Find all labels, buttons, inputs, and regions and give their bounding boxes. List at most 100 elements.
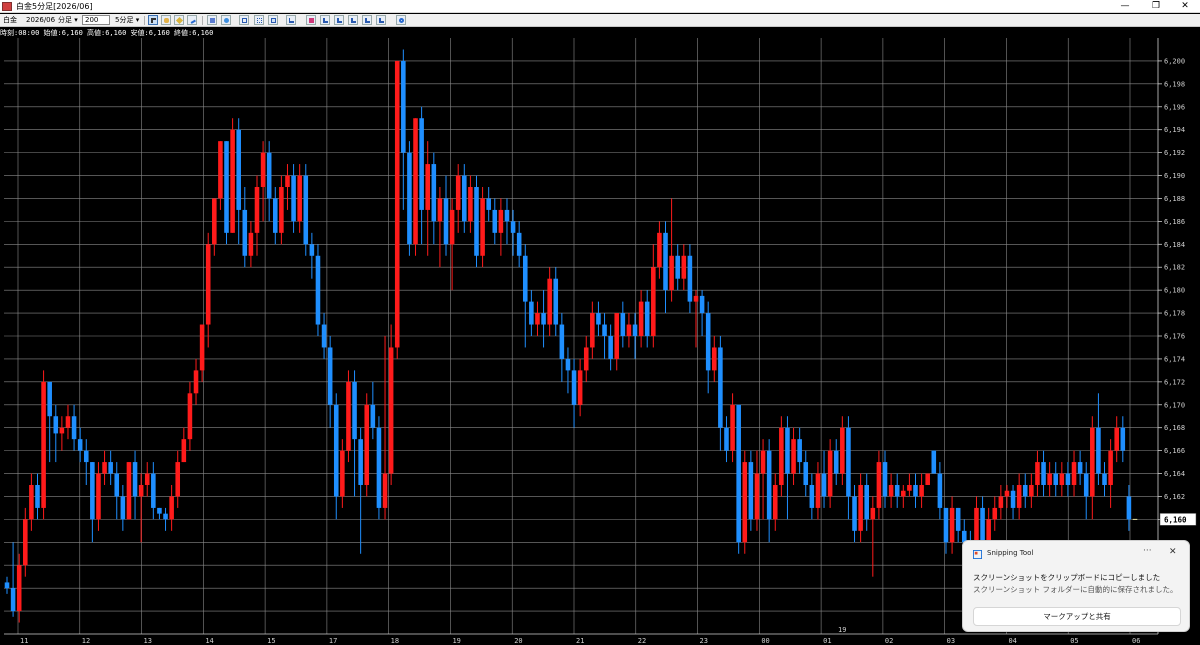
candle-body <box>468 187 473 222</box>
table-layout-icon[interactable] <box>268 15 278 25</box>
candle-body <box>1102 473 1107 485</box>
x-tick-label: 13 <box>144 637 152 645</box>
trendline-tool-icon[interactable] <box>187 15 197 25</box>
candle-body <box>730 404 735 451</box>
candle-body <box>4 582 10 589</box>
refresh-icon[interactable] <box>396 15 406 25</box>
candle-body <box>1120 427 1126 451</box>
candle-body <box>553 278 559 325</box>
candle-body <box>901 490 906 497</box>
candle-body <box>669 255 674 291</box>
indicator-icon[interactable] <box>306 15 316 25</box>
indicator-icon[interactable] <box>334 15 344 25</box>
more-options-icon[interactable]: ··· <box>1143 546 1152 556</box>
candle-body <box>382 473 388 508</box>
candle-body <box>132 462 138 497</box>
y-tick-label: 6,184 <box>1164 241 1185 249</box>
close-button[interactable]: ✕ <box>1170 0 1200 13</box>
candle-body <box>77 439 83 451</box>
y-tick-label: 6,190 <box>1164 172 1185 180</box>
indicator-icon[interactable] <box>376 15 386 25</box>
candle-body <box>236 129 241 210</box>
zoom-tool-icon[interactable] <box>207 15 217 25</box>
x-tick-label: 15 <box>267 637 275 645</box>
pencil-tool-icon[interactable] <box>174 15 184 25</box>
candle-body <box>955 507 961 531</box>
y-tick-label: 6,168 <box>1164 424 1185 432</box>
candle-body <box>419 118 424 210</box>
candle-body <box>376 427 382 508</box>
globe-icon[interactable] <box>221 15 231 25</box>
candle-body <box>29 485 34 520</box>
y-tick-label: 6,166 <box>1164 447 1185 455</box>
candle-body <box>212 198 217 245</box>
candle-body <box>163 513 168 520</box>
current-price-marker: 6,160 <box>1159 513 1197 526</box>
candle-body <box>90 462 95 520</box>
maximize-button[interactable]: ❐ <box>1141 0 1171 13</box>
candle-body <box>1010 490 1016 508</box>
candle-body <box>486 198 491 210</box>
indicator-icon[interactable] <box>348 15 358 25</box>
notification-app-name: Snipping Tool <box>987 549 1034 557</box>
candle-body <box>333 404 339 497</box>
candle-body <box>657 232 662 268</box>
candle-body <box>1071 462 1077 485</box>
chart-window-icon[interactable] <box>239 15 249 25</box>
candle-body <box>114 473 120 497</box>
minimize-button[interactable]: — <box>1110 0 1140 13</box>
candle-body <box>96 473 101 520</box>
instrument-label[interactable]: 白金 <box>3 15 17 25</box>
notification-submessage: スクリーンショット フォルダーに自動的に保存されました。 <box>973 585 1178 594</box>
candle-body <box>535 313 540 325</box>
chevron-down-icon: ▾ <box>72 16 78 24</box>
y-tick-label: 6,174 <box>1164 355 1185 363</box>
candle-body <box>474 187 479 256</box>
candle-body <box>931 450 937 474</box>
candle-body <box>529 301 534 325</box>
candle-body <box>205 244 211 325</box>
candle-body <box>370 404 376 428</box>
chevron-down-icon: ▾ <box>133 16 140 24</box>
candle-body <box>358 439 363 485</box>
grid-layout-icon[interactable] <box>254 15 264 25</box>
candle-body <box>108 462 113 474</box>
candle-body <box>321 324 327 348</box>
markup-and-share-button[interactable]: マークアップと共有 <box>973 607 1181 626</box>
bar-type-select[interactable]: 分足 ▾ <box>58 15 78 25</box>
x-tick-label: 11 <box>20 637 28 645</box>
candle-body <box>23 519 28 566</box>
candle-body <box>346 381 351 451</box>
candle-body <box>388 347 394 474</box>
candle-body <box>894 485 900 497</box>
y-tick-label: 6,178 <box>1164 310 1185 318</box>
close-icon[interactable]: ✕ <box>1169 547 1177 557</box>
contract-label[interactable]: 2026/06 <box>26 15 55 25</box>
x-tick-label: 18 <box>391 637 399 645</box>
candle-body <box>815 473 821 508</box>
candle-body <box>431 164 437 222</box>
interval-select[interactable]: 5分足 ▾ <box>115 15 139 25</box>
candle-body <box>1059 473 1065 485</box>
candle-body <box>254 187 260 233</box>
x-tick-label: 17 <box>329 637 337 645</box>
indicator-icon[interactable] <box>362 15 372 25</box>
candle-body <box>218 141 223 199</box>
indicator-icon[interactable] <box>320 15 330 25</box>
candle-body <box>449 209 455 245</box>
candle-body <box>309 244 315 256</box>
candle-body <box>949 507 955 543</box>
bar-count-stepper[interactable]: 200 <box>82 15 110 25</box>
candle-body <box>1047 473 1052 485</box>
candle-body <box>315 255 321 325</box>
candle-body <box>1016 485 1022 508</box>
x-tick-label: 04 <box>1008 637 1016 645</box>
pointer-tool-icon[interactable] <box>148 15 158 25</box>
x-tick-label: 12 <box>82 637 90 645</box>
candle-body <box>272 198 278 233</box>
candle-body <box>718 347 723 428</box>
hand-tool-icon[interactable] <box>161 15 171 25</box>
chart-type-icon[interactable] <box>286 15 296 25</box>
candle-body <box>187 393 193 440</box>
candle-body <box>522 255 528 302</box>
